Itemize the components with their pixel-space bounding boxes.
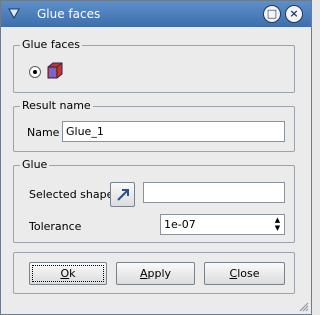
- name-field[interactable]: Glue_1: [62, 121, 285, 142]
- app-icon: [8, 8, 20, 20]
- result-name-group: Result name Name Glue_1: [13, 99, 295, 152]
- tolerance-label: Tolerance: [29, 220, 82, 233]
- tolerance-value: 1e-07: [164, 218, 196, 231]
- glue-faces-group-title: Glue faces: [20, 38, 82, 51]
- glue-group-title: Glue: [20, 158, 50, 171]
- tolerance-spin-buttons: ▲ ▼: [272, 216, 283, 233]
- glue-faces-dialog: Glue faces □ × Glue faces Result name Na…: [0, 0, 312, 315]
- box-faces-icon: [47, 62, 63, 79]
- selected-shape-label: Selected shape: [29, 188, 114, 201]
- select-arrow-icon: [117, 189, 129, 201]
- glue-faces-radio[interactable]: [29, 66, 41, 78]
- maximize-button[interactable]: □: [263, 5, 281, 23]
- resize-grip-icon[interactable]: [299, 302, 309, 312]
- glue-faces-group: Glue faces: [13, 38, 295, 93]
- select-shape-button[interactable]: [110, 182, 135, 207]
- selected-shape-field[interactable]: [143, 182, 285, 203]
- radio-dot: [33, 70, 37, 74]
- maximize-icon: □: [266, 7, 278, 20]
- tolerance-spinbox[interactable]: 1e-07 ▲ ▼: [160, 214, 285, 235]
- apply-button[interactable]: Apply: [116, 262, 195, 285]
- result-name-group-title: Result name: [20, 99, 93, 112]
- ok-button[interactable]: Ok: [29, 262, 107, 285]
- title-bar[interactable]: Glue faces □ ×: [1, 1, 311, 27]
- glue-group: Glue Selected shape Tolerance 1e-07 ▲ ▼: [13, 158, 295, 243]
- close-window-button[interactable]: ×: [285, 5, 303, 23]
- close-button[interactable]: Close: [204, 262, 285, 285]
- buttons-group: Ok Apply Close: [13, 252, 295, 294]
- spin-down-icon[interactable]: ▼: [272, 224, 283, 232]
- window-title: Glue faces: [37, 7, 101, 21]
- name-label: Name: [27, 126, 60, 139]
- close-icon: ×: [289, 7, 299, 20]
- spin-up-icon[interactable]: ▲: [272, 216, 283, 224]
